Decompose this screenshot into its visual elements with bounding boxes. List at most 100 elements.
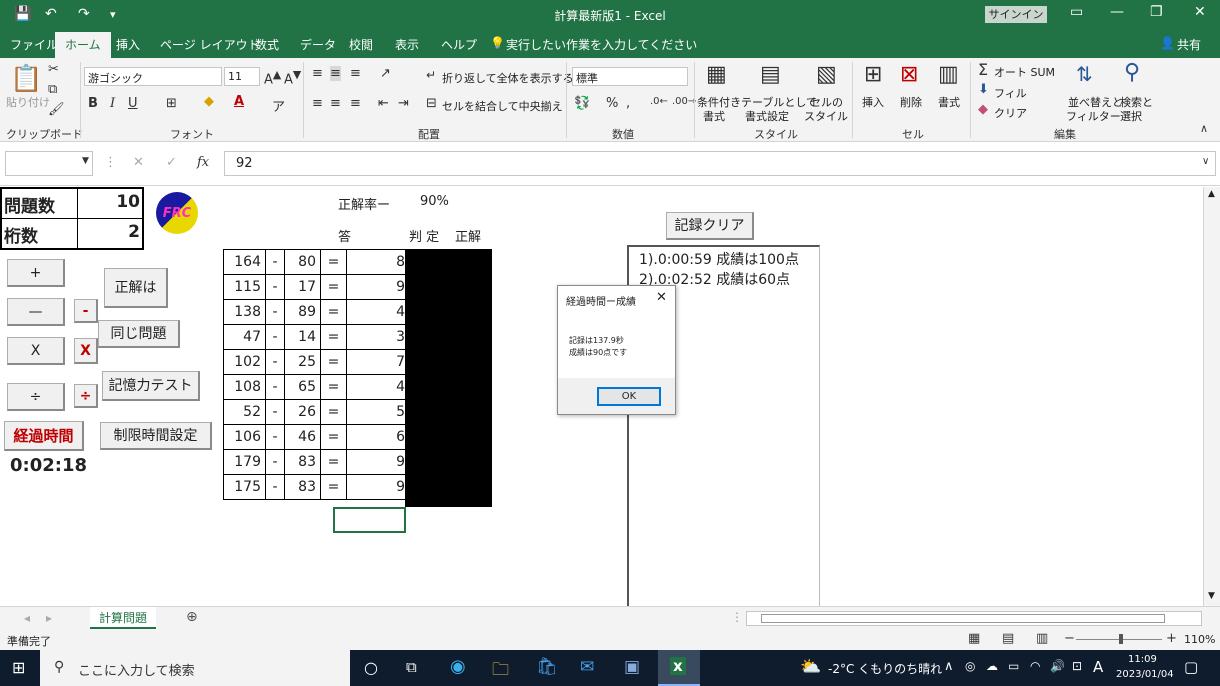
clear-icon[interactable]: ◆ [978, 102, 988, 117]
file-explorer-icon[interactable]: 🗀 [492, 657, 509, 686]
wrap-text-icon[interactable]: ↵ [426, 68, 436, 82]
multiply-button[interactable]: X [7, 337, 65, 365]
cell-styles-label-2[interactable]: スタイル [804, 108, 848, 124]
edge-icon[interactable]: ◉ [450, 656, 466, 677]
insert-cells-icon[interactable]: ⊞ [864, 62, 882, 87]
conditional-format-icon[interactable]: ▦ [706, 62, 727, 87]
cut-icon[interactable]: ✂ [48, 62, 59, 77]
elapsed-time-button[interactable]: 経過時間 [4, 421, 84, 451]
fill-color-icon[interactable]: ◆ [204, 94, 214, 109]
conditional-format-label-2[interactable]: 書式 [703, 108, 725, 124]
table-cell[interactable]: 115 [223, 274, 266, 300]
add-sheet-icon[interactable]: ⊕ [186, 609, 198, 625]
time-limit-button[interactable]: 制限時間設定 [100, 422, 212, 450]
share-button[interactable]: 共有 [1177, 36, 1201, 53]
table-cell[interactable]: 52 [223, 399, 266, 425]
scroll-up-icon[interactable]: ▲ [1208, 189, 1215, 199]
ime-indicator[interactable]: A [1093, 658, 1103, 676]
decrease-indent-icon[interactable]: ⇤ [378, 96, 389, 111]
fill-icon[interactable]: ⬇ [978, 82, 989, 97]
meet-icon[interactable]: ◎ [965, 659, 975, 673]
table-cell[interactable]: - [265, 474, 285, 500]
insert-cells-button[interactable]: 挿入 [862, 94, 884, 110]
increase-decimal-icon[interactable]: .0← [650, 96, 668, 107]
align-center-icon[interactable]: ≡ [330, 96, 341, 111]
percent-button[interactable]: % [606, 96, 618, 111]
windows-start-icon[interactable]: ⊞ [12, 658, 25, 677]
table-cell[interactable]: = [320, 249, 347, 275]
weather-text[interactable]: -2°C くもりのち晴れ [828, 660, 942, 677]
page-break-view-icon[interactable]: ▥ [1036, 631, 1048, 646]
table-cell[interactable]: - [265, 249, 285, 275]
clear-records-button[interactable]: 記録クリア [666, 212, 754, 240]
increase-indent-icon[interactable]: ⇥ [398, 96, 409, 111]
font-size-select[interactable]: 11 [224, 67, 260, 86]
paste-icon[interactable]: 📋 [10, 64, 42, 94]
table-cell[interactable]: = [320, 449, 347, 475]
insert-function-icon[interactable]: fx [197, 155, 209, 170]
fill-button[interactable]: フィル [994, 85, 1027, 101]
table-cell[interactable]: - [265, 324, 285, 350]
align-left-icon[interactable]: ≡ [312, 96, 323, 111]
zoom-out-icon[interactable]: − [1064, 631, 1075, 646]
wifi-icon[interactable]: ◠ [1030, 659, 1040, 673]
close-icon[interactable]: ✕ [1194, 4, 1206, 20]
table-cell[interactable]: 46 [284, 424, 321, 450]
divide-indicator[interactable]: ÷ [74, 384, 98, 408]
table-cell[interactable]: 179 [223, 449, 266, 475]
merge-center-button[interactable]: セルを結合して中央揃え [442, 98, 563, 114]
tab-page-layout[interactable]: ページ レイアウト [160, 36, 260, 53]
copy-icon[interactable]: ⧉ [48, 82, 57, 97]
delete-cells-icon[interactable]: ⊠ [900, 62, 918, 87]
table-cell[interactable]: 89 [284, 299, 321, 325]
table-cell[interactable]: 17 [284, 274, 321, 300]
app-icon[interactable]: ▣ [624, 657, 640, 677]
table-cell[interactable]: = [320, 349, 347, 375]
table-cell[interactable]: 14 [284, 324, 321, 350]
tab-formulas[interactable]: 数式 [255, 36, 279, 53]
underline-button[interactable]: U [128, 96, 138, 111]
zoom-in-icon[interactable]: + [1166, 631, 1177, 646]
tray-chevron-icon[interactable]: ∧ [944, 659, 954, 674]
mail-icon[interactable]: ✉ [580, 657, 594, 677]
table-cell[interactable]: = [320, 374, 347, 400]
decrease-decimal-icon[interactable]: .00→ [672, 96, 696, 107]
currency-icon[interactable]: 💱 [574, 96, 590, 111]
show-answer-button[interactable]: 正解は [104, 268, 168, 308]
tell-me-search[interactable]: 実行したい作業を入力してください [506, 36, 697, 53]
table-cell[interactable]: 83 [284, 449, 321, 475]
clock-time[interactable]: 11:09 [1128, 654, 1157, 665]
font-color-icon[interactable]: A [234, 94, 244, 109]
format-table-icon[interactable]: ▤ [760, 62, 781, 87]
normal-view-icon[interactable]: ▦ [968, 631, 980, 646]
format-table-label-2[interactable]: 書式設定 [745, 108, 789, 124]
delete-cells-button[interactable]: 削除 [900, 94, 922, 110]
splitter-icon[interactable]: ⋮ [731, 610, 743, 624]
tab-help[interactable]: ヘルプ [441, 36, 477, 53]
divide-button[interactable]: ÷ [7, 383, 65, 411]
table-cell[interactable]: 80 [284, 249, 321, 275]
notification-icon[interactable]: ▢ [1184, 658, 1198, 676]
selected-cell[interactable] [333, 507, 406, 533]
align-middle-icon[interactable]: ≡ [330, 66, 341, 81]
table-cell[interactable]: 47 [223, 324, 266, 350]
table-cell[interactable]: 25 [284, 349, 321, 375]
table-cell[interactable]: - [265, 399, 285, 425]
find-select-label-2[interactable]: 選択 [1120, 108, 1142, 124]
name-box[interactable] [5, 151, 93, 176]
horizontal-scrollbar[interactable] [746, 611, 1202, 626]
minimize-icon[interactable]: — [1110, 4, 1124, 20]
signin-button[interactable]: サインイン [985, 6, 1047, 23]
cell-styles-icon[interactable]: ▧ [816, 62, 837, 87]
grow-font-icon[interactable]: A▲ [264, 68, 281, 87]
table-cell[interactable]: 164 [223, 249, 266, 275]
digits-value[interactable]: 2 [78, 219, 142, 249]
ime-mode-icon[interactable]: ⊡ [1072, 659, 1082, 673]
formula-input[interactable]: 92 [236, 156, 253, 171]
align-bottom-icon[interactable]: ≡ [350, 66, 361, 81]
align-top-icon[interactable]: ≡ [312, 66, 323, 81]
clock-date[interactable]: 2023/01/04 [1116, 669, 1174, 680]
battery-icon[interactable]: ▭ [1008, 659, 1019, 673]
onedrive-icon[interactable]: ☁ [986, 659, 998, 673]
table-cell[interactable]: - [265, 349, 285, 375]
